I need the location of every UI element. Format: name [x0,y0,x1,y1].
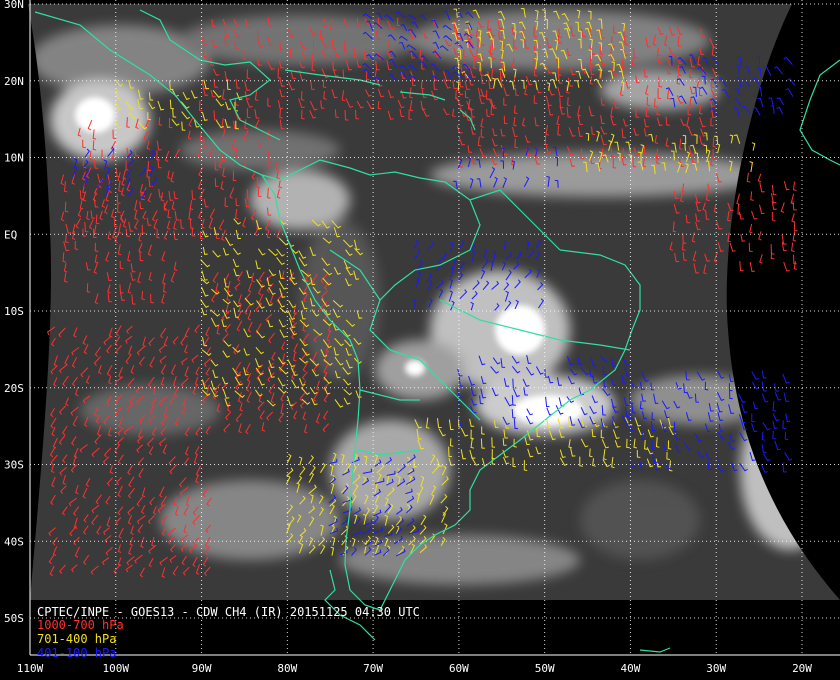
map-canvas: 30N 20N 10N EQ 10S 20S 30S 40S 50S 110W 100W 90W 80W… [0,0,840,680]
wind-barb [757,173,762,183]
wind-barb [729,242,736,252]
wind-barb [781,241,787,251]
wind-barb [749,161,753,173]
wind-barb [776,106,784,115]
wind-barb [736,193,740,205]
wind-barb [772,400,777,412]
wind-barb [738,211,744,220]
wind-barb [761,393,769,403]
wind-barb [762,422,771,431]
wind-barb [770,105,775,114]
wind-barb [791,213,795,223]
wind-barb [770,251,775,260]
wind-barb [752,401,759,410]
lat-label: 10N [4,152,24,165]
lat-label: 30N [4,0,24,11]
product-title: CPTEC/INPE - GOES13 - CDW CH4 (IR) 20151… [37,605,420,619]
legend-high-level: 401-100 hPa [37,646,117,660]
wind-barb [751,210,758,220]
wind-barb [740,234,746,242]
wind-barb [762,453,771,462]
lat-label: 20N [4,75,24,88]
wind-barb [761,443,767,453]
wind-barb [761,370,767,379]
lat-label: EQ [4,228,17,241]
wind-barb [784,452,793,461]
wind-barb [771,211,776,221]
wind-barb [782,420,786,430]
wind-barb [793,221,798,232]
wind-barb [751,142,756,151]
wind-barb [774,440,781,451]
lon-label: 40W [621,662,641,675]
lon-label: 80W [277,662,297,675]
legend-mid-level: 701-400 hPa [37,632,117,646]
wind-barb [748,242,753,252]
wind-barb [787,78,796,86]
wind-barb [749,261,755,272]
wind-barb [792,201,797,211]
lon-label: 20W [792,662,812,675]
wind-barb [759,182,765,193]
wind-barb [772,421,778,429]
lat-label: 40S [4,535,24,548]
lon-label: 70W [363,662,383,675]
wind-barb [783,392,790,402]
wind-barb [751,371,760,380]
wind-barb [783,56,793,66]
lat-label: 10S [4,305,24,318]
wind-barb [760,463,768,473]
wind-barb [761,431,766,441]
wind-barb [783,181,790,191]
wind-barb [759,254,763,264]
wind-barb [780,202,785,213]
lon-label: 30W [706,662,726,675]
wind-barb [757,97,764,107]
wind-barb [793,261,798,270]
wind-barb [772,430,776,440]
wind-barb [749,223,753,234]
wind-barb [750,191,754,201]
wind-barb [791,242,795,252]
wind-barb [739,261,744,272]
legend-low-level: 1000-700 hPa [37,618,124,632]
wind-barb [771,184,777,196]
wind-barb [768,97,774,106]
lon-label: 60W [449,662,469,675]
lat-label: 30S [4,459,24,472]
wind-barb [785,413,791,423]
wind-barb [783,261,790,272]
wind-barb [782,373,790,384]
lat-label: 20S [4,382,24,395]
lat-label: 50S [4,612,24,625]
wind-barb [792,181,797,191]
wind-barb [751,413,755,423]
wind-barb [773,66,784,75]
wind-barb [776,97,785,106]
wind-barb [738,393,746,404]
wind-barb [751,423,758,433]
wind-barb [759,204,765,215]
wind-barb [758,231,762,241]
lon-label: 90W [192,662,212,675]
satellite-wind-map: 30N 20N 10N EQ 10S 20S 30S 40S 50S 110W 100W 90W 80W… [0,0,840,680]
lon-label: 50W [535,662,555,675]
wind-barb [774,383,780,392]
wind-barb [761,381,767,392]
coastline-africa [799,59,840,166]
wind-barb [741,403,748,413]
wind-barb [784,431,789,441]
wind-barb [792,230,797,242]
lon-label: 110W [17,662,44,675]
wind-barb [774,392,782,401]
wind-barb [772,413,780,422]
wind-barb [746,172,751,183]
lon-label: 100W [103,662,130,675]
wind-barb [785,88,794,97]
